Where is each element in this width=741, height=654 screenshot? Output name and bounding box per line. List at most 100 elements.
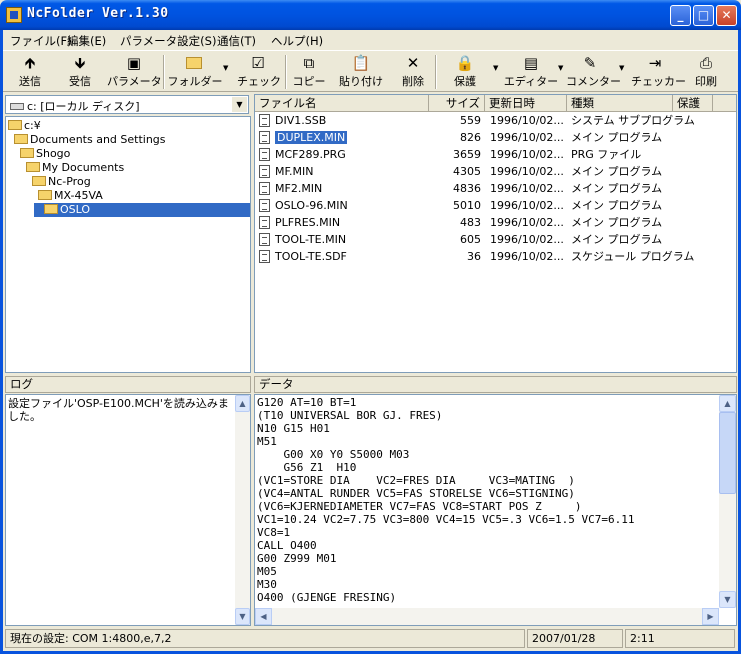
tree-node-mx-45va[interactable]: MX-45VA xyxy=(38,189,103,203)
file-date: 1996/10/02... xyxy=(490,250,564,263)
protect-button[interactable]: 🔒 保護 xyxy=(447,53,483,91)
file-name: PLFRES.MIN xyxy=(275,216,341,229)
column-header-modified[interactable]: 更新日時 xyxy=(485,95,567,112)
menu-edit[interactable]: 編集(E) xyxy=(67,33,106,49)
tree-node-oslo[interactable]: OSLO xyxy=(34,203,250,217)
window-title: NcFolder Ver.1.30 xyxy=(27,6,169,21)
file-icon xyxy=(259,114,270,127)
file-date: 1996/10/02... xyxy=(490,148,564,161)
tree-node-nc-prog[interactable]: Nc-Prog xyxy=(32,175,91,189)
check-button[interactable]: ☑ チェック xyxy=(237,53,281,91)
file-icon xyxy=(259,182,270,195)
column-header-filename[interactable]: ファイル名 xyxy=(255,95,429,112)
data-line: G00 X0 Y0 S5000 M03 xyxy=(257,448,410,461)
file-name: MF2.MIN xyxy=(275,182,323,195)
column-header-size[interactable]: サイズ xyxy=(429,95,485,112)
menu-parameter-settings[interactable]: パラメータ設定(S) xyxy=(120,33,216,49)
column-header-protect[interactable]: 保護 xyxy=(673,95,713,112)
parameter-button[interactable]: ▣ パラメータ xyxy=(107,53,162,91)
editor-button[interactable]: ▤ エディター xyxy=(503,53,559,91)
status-setting: 現在の設定: COM 1:4800,e,7,2 xyxy=(5,629,525,648)
data-text[interactable]: G120 AT=10 BT=1 (T10 UNIVERSAL BOR GJ. FR… xyxy=(257,396,635,604)
file-icon xyxy=(259,131,270,144)
scroll-left-icon[interactable]: ◀ xyxy=(255,608,272,625)
scroll-down-icon[interactable]: ▼ xyxy=(719,591,736,608)
editor-dropdown-arrow[interactable]: ▼ xyxy=(558,64,563,72)
menu-help[interactable]: ヘルプ(H) xyxy=(271,33,323,49)
file-row[interactable]: MF.MIN 4305 1996/10/02... メイン プログラム xyxy=(255,163,685,180)
file-name: MCF289.PRG xyxy=(275,148,346,161)
data-vertical-scrollbar[interactable]: ▲ ▼ xyxy=(719,395,736,608)
maximize-button[interactable]: □ xyxy=(693,5,714,26)
checker-button[interactable]: ⇥ チェッカー xyxy=(631,53,686,91)
file-list: ファイル名 サイズ 更新日時 種類 保護 DIV1.SSB 559 1996/10/… xyxy=(254,94,737,373)
copy-button[interactable]: ⧉ コピー xyxy=(289,53,329,91)
tree-node-my-documents[interactable]: My Documents xyxy=(26,161,124,175)
receive-button[interactable]: 🡻 受信 xyxy=(63,53,97,91)
folder-dropdown-arrow[interactable]: ▼ xyxy=(223,64,228,72)
folder-icon xyxy=(38,190,52,200)
log-header: ログ xyxy=(5,376,251,393)
folder-open-icon xyxy=(44,204,58,214)
paste-button[interactable]: 📋 貼り付け xyxy=(337,53,385,91)
data-line: (VC6=KJERNEDIAMETER VC7=FAS VC8=START PO… xyxy=(257,500,582,513)
tree-node-shogo[interactable]: Shogo xyxy=(20,147,70,161)
data-line: G120 AT=10 BT=1 xyxy=(257,396,357,409)
drive-icon xyxy=(10,103,24,110)
file-row[interactable]: DIV1.SSB 559 1996/10/02... システム サブプログラム xyxy=(255,112,695,129)
chevron-down-icon[interactable]: ▼ xyxy=(232,97,247,112)
data-line: M51 xyxy=(257,435,277,448)
file-name: DIV1.SSB xyxy=(275,114,327,127)
scroll-thumb[interactable] xyxy=(719,412,736,494)
file-row[interactable]: OSLO-96.MIN 5010 1996/10/02... メイン プログラム xyxy=(255,197,685,214)
toolbar: 🡹 送信 🡻 受信 ▣ パラメータ フォルダー ▼ ☑ チェック ⧉ コピー 📋… xyxy=(3,50,738,92)
file-row[interactable]: TOOL-TE.SDF 36 1996/10/02... スケジュール プログラム xyxy=(255,248,694,265)
send-icon: 🡹 xyxy=(24,54,36,72)
protect-dropdown-arrow[interactable]: ▼ xyxy=(493,64,498,72)
file-size: 3659 xyxy=(453,148,481,161)
file-type: メイン プログラム xyxy=(571,131,663,144)
folder-button[interactable]: フォルダー xyxy=(167,53,223,91)
log-scrollbar[interactable]: ▲ ▼ xyxy=(235,395,250,625)
file-type: スケジュール プログラム xyxy=(571,250,695,263)
menu-file[interactable]: ファイル(F) xyxy=(10,33,72,49)
scroll-right-icon[interactable]: ▶ xyxy=(702,608,719,625)
file-size: 605 xyxy=(460,233,481,246)
file-row[interactable]: DUPLEX.MIN 826 1996/10/02... メイン プログラム xyxy=(255,129,685,146)
data-pane[interactable]: G120 AT=10 BT=1 (T10 UNIVERSAL BOR GJ. FR… xyxy=(254,394,737,626)
file-type: メイン プログラム xyxy=(571,216,663,229)
column-header-type[interactable]: 種類 xyxy=(567,95,673,112)
file-date: 1996/10/02... xyxy=(490,182,564,195)
file-row[interactable]: TOOL-TE.MIN 605 1996/10/02... メイン プログラム xyxy=(255,231,685,248)
scroll-up-icon[interactable]: ▲ xyxy=(719,395,736,412)
data-line: (VC4=ANTAL RUNDER VC5=FAS STORELSE VC6=S… xyxy=(257,487,575,500)
menu-communication[interactable]: 通信(T) xyxy=(217,33,256,49)
file-row[interactable]: PLFRES.MIN 483 1996/10/02... メイン プログラム xyxy=(255,214,685,231)
commenter-button[interactable]: ✎ コメンター xyxy=(566,53,621,91)
data-line: G00 Z999 M01 xyxy=(257,552,337,565)
file-row[interactable]: MF2.MIN 4836 1996/10/02... メイン プログラム xyxy=(255,180,685,197)
delete-button[interactable]: ✕ 削除 xyxy=(396,53,430,91)
send-button[interactable]: 🡹 送信 xyxy=(13,53,47,91)
folder-icon xyxy=(26,162,40,172)
tree-node-c-drive[interactable]: c:¥ xyxy=(8,119,41,133)
file-name: OSLO-96.MIN xyxy=(275,199,348,212)
file-row[interactable]: MCF289.PRG 3659 1996/10/02... PRG ファイル xyxy=(255,146,685,163)
file-icon xyxy=(259,250,270,263)
file-name: MF.MIN xyxy=(275,165,314,178)
toolbar-separator xyxy=(435,55,437,89)
commenter-dropdown-arrow[interactable]: ▼ xyxy=(619,64,624,72)
drive-select[interactable]: c: [ローカル ディスク] ▼ xyxy=(5,95,249,114)
minimize-button[interactable]: _ xyxy=(670,5,691,26)
title-bar[interactable]: NcFolder Ver.1.30 _ □ ✕ xyxy=(0,0,741,30)
delete-icon: ✕ xyxy=(406,54,420,72)
data-horizontal-scrollbar[interactable]: ◀ ▶ xyxy=(255,608,719,625)
scroll-down-icon[interactable]: ▼ xyxy=(235,608,250,625)
close-button[interactable]: ✕ xyxy=(716,5,737,26)
checker-icon: ⇥ xyxy=(648,54,662,72)
folder-icon xyxy=(167,53,223,73)
tree-node-documents-and-settings[interactable]: Documents and Settings xyxy=(14,133,166,147)
print-button[interactable]: ⎙ 印刷 xyxy=(689,53,723,91)
scroll-up-icon[interactable]: ▲ xyxy=(235,395,250,412)
data-header: データ xyxy=(254,376,737,393)
